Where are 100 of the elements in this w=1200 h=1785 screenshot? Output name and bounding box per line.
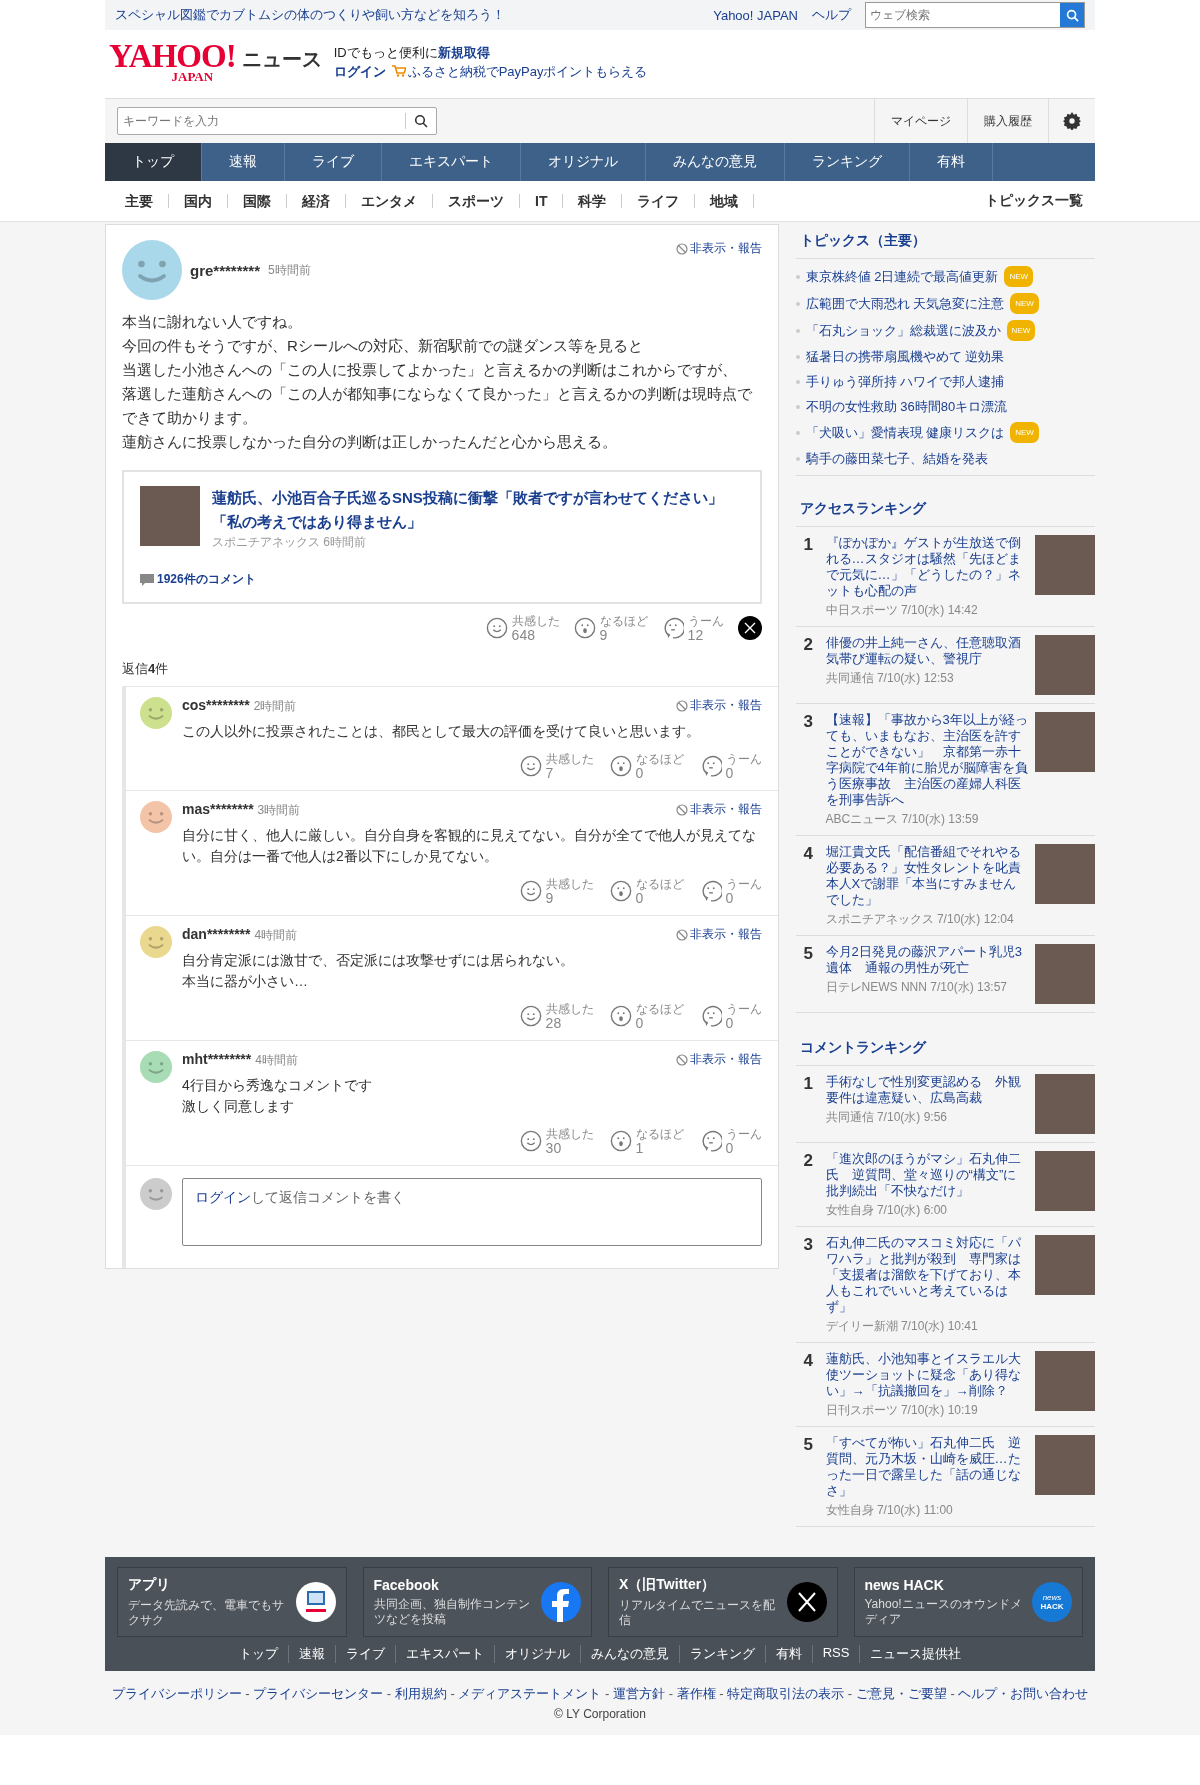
thinking-face-icon[interactable] <box>699 1130 722 1152</box>
surprised-face-icon[interactable] <box>609 880 632 902</box>
topic-link[interactable]: 「石丸ショック」総裁選に波及か <box>805 321 1001 340</box>
ranking-article-link[interactable]: 【速報】「事故から3年以上が経っても、いまもなお、主治医を許すことができない」 京都第一赤十字病院で4年前に胎児が脳障害を負う医療事故 主治医の産婦人科医を刑事告訴へ ABCニュース 7/10(水) 13:59 <box>825 712 1029 827</box>
x-share-button[interactable] <box>737 616 762 640</box>
ranking-article-link[interactable]: 手術なしで性別変更認める 外観要件は違憲疑い、広島高裁 共同通信 7/10(水) 9:56 <box>825 1074 1029 1134</box>
footer-link[interactable]: RSS <box>811 1645 860 1663</box>
topic-link[interactable]: 広範囲で大雨恐れ 天気急変に注意 <box>805 294 1005 313</box>
reaction-button[interactable]: うーん 0 <box>699 752 762 780</box>
legal-link[interactable]: 運営方針 <box>613 1686 665 1701</box>
hide-report-link[interactable]: 非表示・報告 <box>689 697 762 714</box>
legal-link[interactable]: 特定商取引法の表示 <box>727 1686 845 1701</box>
reply-input-field[interactable]: ログイン して返信コメントを書く <box>182 1178 762 1246</box>
footer-link[interactable]: エキスパート <box>394 1645 494 1663</box>
category-link[interactable]: ライフ <box>622 194 696 208</box>
nav-tab[interactable]: ランキング <box>785 143 910 181</box>
ranking-article-link[interactable]: 「すべてが怖い」石丸伸二氏 逆質問、元乃木坂・山崎を威圧…たった一日で露呈した「話の通じなさ」 女性自身 7/10(水) 11:00 <box>825 1435 1029 1518</box>
ranking-article-link[interactable]: 蓮舫氏、小池知事とイスラエル大使ツーショットに疑念「あり得ない」→「抗議撤回を」→削除？ 日刊スポーツ 7/10(水) 10:19 <box>825 1351 1029 1418</box>
category-link[interactable]: 国内 <box>169 194 228 208</box>
nav-tab[interactable]: みんなの意見 <box>646 143 785 181</box>
header-link[interactable]: ヘルプ <box>812 6 851 24</box>
article-title[interactable]: 蓮舫氏、小池百合子氏巡るSNS投稿に衝撃「敗者ですが言わせてください」「私の考えではあり得ません」 <box>212 486 744 534</box>
nav-tab[interactable]: トップ <box>105 143 202 181</box>
category-link[interactable]: 地域 <box>695 194 755 208</box>
topic-link[interactable]: 騎手の藤田菜七子、結婚を発表 <box>805 449 988 468</box>
smile-face-icon[interactable] <box>519 755 542 777</box>
smile-face-icon[interactable] <box>519 1130 542 1152</box>
category-link[interactable]: 主要 <box>117 194 169 208</box>
footer-link[interactable]: 有料 <box>764 1645 812 1663</box>
topic-link[interactable]: 猛暑日の携帯扇風機やめて 逆効果 <box>805 347 1005 366</box>
nav-tab[interactable]: エキスパート <box>382 143 521 181</box>
legal-link[interactable]: ご意見・ご要望 <box>855 1686 947 1701</box>
footer-link[interactable]: みんなの意見 <box>579 1645 679 1663</box>
smile-face-icon[interactable] <box>519 1005 542 1027</box>
footer-card[interactable]: news HACK Yahoo!ニュースのオウンドメディア news HACK <box>853 1567 1083 1637</box>
topic-link[interactable]: 東京株終値 2日連続で最高値更新 <box>805 267 999 286</box>
category-link[interactable]: 国際 <box>228 194 287 208</box>
hide-report-link[interactable]: 非表示・報告 <box>689 1051 762 1068</box>
legal-link[interactable]: ヘルプ・お問い合わせ <box>958 1686 1089 1701</box>
category-link[interactable]: エンタメ <box>346 194 433 208</box>
footer-link[interactable]: ニュース提供社 <box>859 1645 972 1663</box>
reaction-button[interactable]: 共感した 7 <box>519 752 594 780</box>
hide-report-link[interactable]: 非表示・報告 <box>689 801 762 818</box>
reaction-button[interactable]: なるほど 1 <box>609 1127 684 1155</box>
topic-link[interactable]: 不明の女性救助 36時間80キロ漂流 <box>805 397 1008 416</box>
furusato-link[interactable]: ふるさと納税でPayPayポイントもらえる <box>407 64 648 79</box>
reaction-button[interactable]: 共感した 648 <box>485 614 560 642</box>
reaction-button[interactable]: なるほど 0 <box>609 752 684 780</box>
reaction-button[interactable]: 共感した 30 <box>519 1127 594 1155</box>
ranking-article-link[interactable]: 今月2日発見の藤沢アパート乳児3遺体 通報の男性が死亡 日テレNEWS NNN 7/10(水) 13:57 <box>825 944 1029 1004</box>
thinking-face-icon[interactable] <box>699 1005 722 1027</box>
footer-card[interactable]: Facebook 共同企画、独自制作コンテンツなどを投稿 <box>362 1567 592 1637</box>
thinking-face-icon[interactable] <box>699 880 722 902</box>
footer-card[interactable]: アプリ データ先読みで、電車でもサクサク <box>117 1567 347 1637</box>
category-link[interactable]: IT <box>520 194 564 208</box>
footer-link[interactable]: ランキング <box>678 1645 765 1663</box>
reaction-button[interactable]: 共感した 9 <box>519 877 594 905</box>
article-card[interactable]: 蓮舫氏、小池百合子氏巡るSNS投稿に衝撃「敗者ですが言わせてください」「私の考えではあり得ません」 スポニチアネックス 6時間前 1926件のコメント <box>122 470 762 604</box>
ranking-article-link[interactable]: 『ぽかぽか』ゲストが生放送で倒れる…スタジオは騒然「先ほどまで元気に…」「どうしたの？」ネットも心配の声 中日スポーツ 7/10(水) 14:42 <box>825 535 1029 618</box>
reaction-button[interactable]: 共感した 28 <box>519 1002 594 1030</box>
topic-link[interactable]: 手りゅう弾所持 ハワイで邦人逮捕 <box>805 372 1005 391</box>
legal-link[interactable]: 利用規約 <box>394 1686 447 1701</box>
topic-link[interactable]: 「犬吸い」愛情表現 健康リスクは <box>805 423 1005 442</box>
web-search-box[interactable]: ウェブ検索 <box>865 2 1085 28</box>
legal-link[interactable]: メディアステートメント <box>458 1686 602 1701</box>
footer-link[interactable]: トップ <box>228 1645 288 1663</box>
thinking-face-icon[interactable] <box>661 617 684 639</box>
logo[interactable]: YAHOO! JAPAN <box>109 40 236 83</box>
footer-link[interactable]: オリジナル <box>493 1645 580 1663</box>
surprised-face-icon[interactable] <box>609 1005 632 1027</box>
topics-list-link[interactable]: トピックス一覧 <box>985 192 1083 210</box>
ranking-article-link[interactable]: 堀江貴文氏「配信番組でそれやる必要ある？」女性タレントを叱責本人Xで謝罪「本当にすみませんでした」 スポニチアネックス 7/10(水) 12:04 <box>825 844 1029 927</box>
keyword-search-box[interactable]: キーワードを入力 <box>117 107 437 135</box>
login-link[interactable]: ログイン <box>333 64 386 79</box>
footer-card[interactable]: X（旧Twitter） リアルタイムでニュースを配信 <box>608 1567 838 1637</box>
smile-face-icon[interactable] <box>485 617 508 639</box>
reaction-button[interactable]: なるほど 0 <box>609 1002 684 1030</box>
surprised-face-icon[interactable] <box>609 1130 632 1152</box>
ranking-article-link[interactable]: 石丸伸二氏のマスコミ対応に「パワハラ」と批判が殺到 専門家は「支援者は溜飲を下げており、本人もこれでいいと考えているはず」 デイリー新潮 7/10(水) 10:41 <box>825 1235 1029 1334</box>
header-link[interactable]: Yahoo! JAPAN <box>713 7 798 23</box>
hide-report-link[interactable]: 非表示・報告 <box>689 926 762 943</box>
nav-tab[interactable]: オリジナル <box>521 143 646 181</box>
promo-link[interactable]: スペシャル図鑑でカブトムシの体のつくりや飼い方などを知ろう！ <box>115 6 714 24</box>
ranking-article-link[interactable]: 「進次郎のほうがマシ」石丸伸二氏 逆質問、堂々巡りの“構文”に批判続出「不快なだけ」 女性自身 7/10(水) 6:00 <box>825 1151 1029 1218</box>
comment-count-link[interactable]: 1926件のコメント <box>157 571 256 588</box>
nav-tab[interactable]: ライブ <box>285 143 382 181</box>
reaction-button[interactable]: うーん 0 <box>699 1127 762 1155</box>
legal-link[interactable]: プライバシーセンター <box>253 1686 384 1701</box>
reaction-button[interactable]: なるほど 0 <box>609 877 684 905</box>
reaction-button[interactable]: うーん 12 <box>661 614 724 642</box>
legal-link[interactable]: 著作権 <box>676 1686 716 1701</box>
reaction-button[interactable]: うーん 0 <box>699 1002 762 1030</box>
nav-tab[interactable]: 速報 <box>202 143 285 181</box>
smile-face-icon[interactable] <box>519 880 542 902</box>
surprised-face-icon[interactable] <box>609 755 632 777</box>
settings-icon[interactable] <box>1063 112 1081 130</box>
category-link[interactable]: スポーツ <box>433 194 520 208</box>
category-link[interactable]: 経済 <box>287 194 346 208</box>
category-link[interactable]: 科学 <box>563 194 623 208</box>
surprised-face-icon[interactable] <box>573 617 596 639</box>
